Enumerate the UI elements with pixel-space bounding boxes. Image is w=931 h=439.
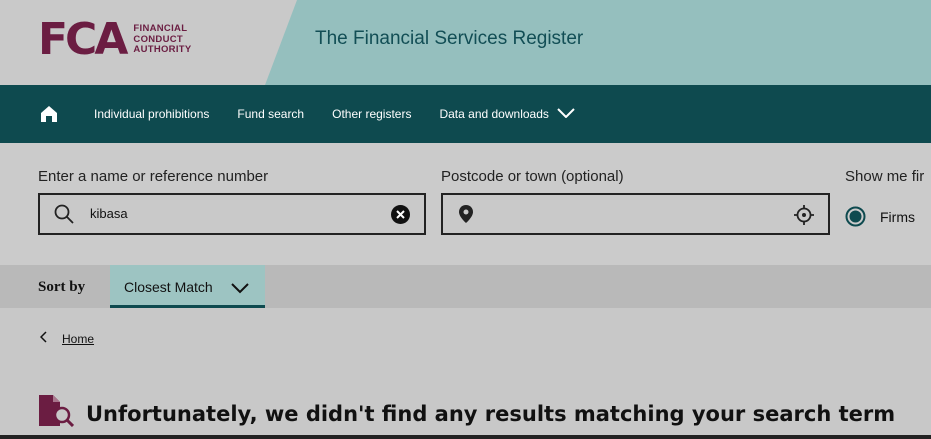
name-search-input[interactable]: kibasa [38,193,426,235]
chevron-down-icon [231,281,249,299]
name-search-label: Enter a name or reference number [38,168,269,185]
firms-radio-label: Firms [880,209,915,225]
sort-selected-value: Closest Match [124,279,213,295]
nav-data-and-downloads[interactable]: Data and downloads [439,107,575,121]
document-search-icon [38,395,75,432]
chevron-left-icon [39,331,48,346]
logo-word-authority: AUTHORITY [133,44,192,56]
chevron-down-icon [557,107,575,121]
site-title[interactable]: The Financial Services Register [315,28,583,50]
main-nav: Individual prohibitions Fund search Othe… [0,85,931,143]
location-pin-icon [459,205,473,228]
breadcrumb: Home [39,331,94,346]
page-divider [0,435,931,439]
logo-mark: FCA [38,14,128,65]
search-icon [54,204,74,229]
breadcrumb-home-link[interactable]: Home [62,332,94,346]
locate-me-icon[interactable] [794,205,814,230]
postcode-input[interactable] [441,193,830,235]
name-search-value: kibasa [90,206,128,221]
site-header: FCA FINANCIAL CONDUCT AUTHORITY The Fina… [0,0,931,85]
no-results-banner: Unfortunately, we didn't find any result… [38,395,895,432]
nav-other-registers[interactable]: Other registers [332,107,411,121]
sort-bar: Sort by Closest Match [0,265,931,308]
show-me-label: Show me fir [845,168,925,185]
nav-data-and-downloads-label: Data and downloads [439,107,549,121]
fca-logo[interactable]: FCA FINANCIAL CONDUCT AUTHORITY [38,17,192,63]
sort-by-label: Sort by [38,279,86,295]
postcode-label: Postcode or town (optional) [441,168,624,185]
nav-individual-prohibitions[interactable]: Individual prohibitions [94,107,209,121]
search-panel: Enter a name or reference number kibasa … [0,143,931,265]
logo-text: FINANCIAL CONDUCT AUTHORITY [133,24,191,56]
no-results-message: Unfortunately, we didn't find any result… [86,401,896,426]
home-icon[interactable] [38,103,60,125]
sort-select[interactable]: Closest Match [110,265,265,308]
firms-radio[interactable] [845,206,866,232]
nav-fund-search[interactable]: Fund search [237,107,304,121]
clear-icon[interactable] [391,205,410,229]
